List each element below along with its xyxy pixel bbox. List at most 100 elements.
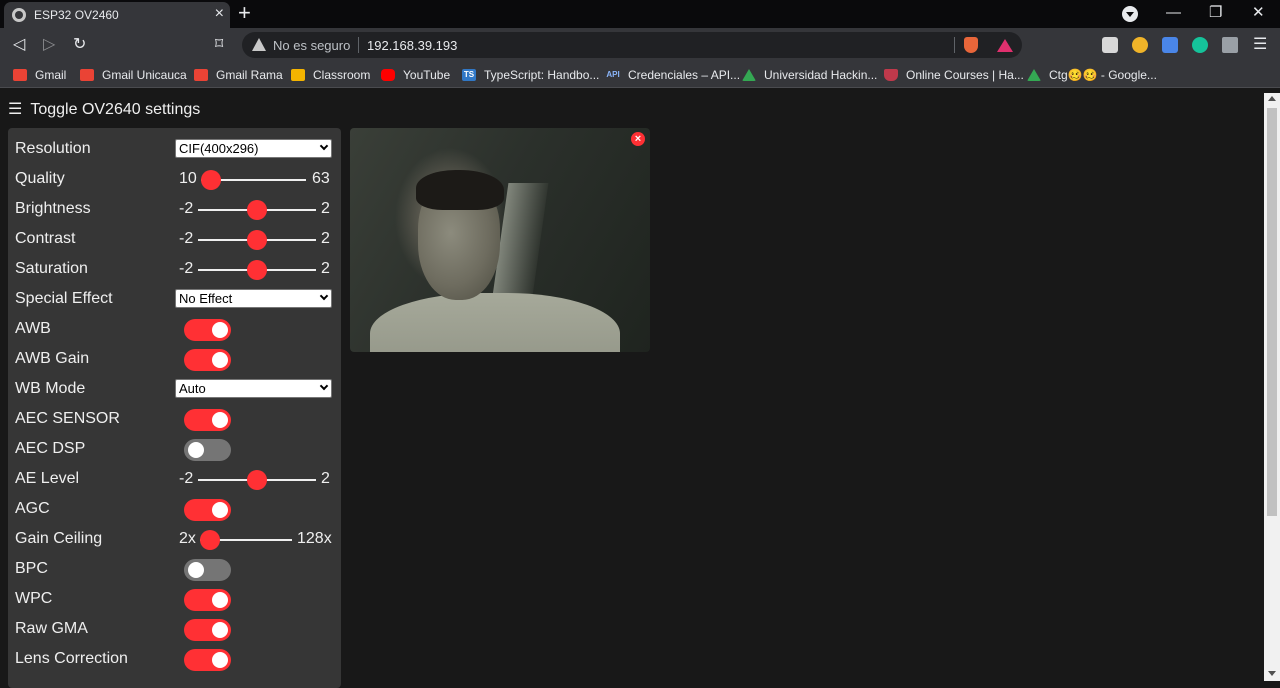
browser-tab[interactable]: ESP32 OV2460 ×	[4, 2, 230, 28]
awb-row: AWB	[15, 317, 335, 341]
resolution-label: Resolution	[15, 140, 91, 157]
bookmark-item[interactable]: Ctg🥴🥴 - Google...	[1027, 67, 1157, 83]
close-stream-icon[interactable]: ×	[631, 132, 645, 146]
quality-max: 63	[312, 170, 330, 187]
bookmark-item[interactable]: Classroom	[291, 67, 370, 83]
brightness-row: Brightness -2 2	[15, 197, 335, 221]
toggle-knob	[212, 322, 228, 338]
lens-correction-toggle[interactable]	[184, 649, 231, 671]
drive-icon	[1027, 69, 1041, 81]
wb-mode-select[interactable]: Auto	[175, 379, 332, 398]
scroll-up-icon[interactable]	[1268, 96, 1276, 101]
classroom-icon	[291, 69, 305, 81]
restore-button[interactable]: ❐	[1209, 3, 1222, 23]
minimize-button[interactable]: —	[1166, 3, 1181, 23]
chevron-down-icon	[319, 141, 329, 151]
ae-level-slider-thumb[interactable]	[247, 470, 267, 490]
page-scrollbar[interactable]	[1264, 93, 1280, 681]
gain-ceiling-slider-thumb[interactable]	[200, 530, 220, 550]
brightness-slider-thumb[interactable]	[247, 200, 267, 220]
contrast-min: -2	[179, 230, 194, 247]
special-effect-select[interactable]: No Effect	[175, 289, 332, 308]
bookmark-label: YouTube	[403, 68, 451, 82]
bpc-row: BPC	[15, 557, 335, 581]
agc-label: AGC	[15, 500, 50, 517]
address-bar[interactable]: No es seguro 192.168.39.193	[242, 32, 1022, 58]
saturation-min: -2	[179, 260, 194, 277]
bookmark-item[interactable]: Gmail Unicauca	[80, 67, 187, 83]
wpc-row: WPC	[15, 587, 335, 611]
warning-icon[interactable]	[252, 38, 266, 51]
wpc-toggle[interactable]	[184, 589, 231, 611]
security-status[interactable]: No es seguro	[273, 38, 350, 53]
bpc-toggle[interactable]	[184, 559, 231, 581]
bookmark-item[interactable]: Gmail Rama	[194, 67, 283, 83]
toggle-knob	[212, 622, 228, 638]
bookmark-label: Ctg🥴🥴 - Google...	[1049, 68, 1157, 82]
bookmark-item[interactable]: Online Courses | Ha...	[884, 67, 1024, 83]
aec-sensor-toggle[interactable]	[184, 409, 231, 431]
bookmark-item[interactable]: TS Credenciales – API... TypeScript: Han…	[462, 67, 599, 83]
close-window-button[interactable]: ✕	[1252, 3, 1265, 23]
saturation-slider-thumb[interactable]	[247, 260, 267, 280]
new-tab-button[interactable]: +	[238, 1, 251, 25]
stream-person-hair	[416, 170, 504, 210]
contrast-slider-thumb[interactable]	[247, 230, 267, 250]
page-content: ☰ Toggle OV2640 settings Resolution CIF(…	[0, 93, 1264, 688]
awb-gain-toggle[interactable]	[184, 349, 231, 371]
agc-row: AGC	[15, 497, 335, 521]
bookmark-label: Universidad Hackin...	[764, 68, 878, 82]
bookmark-label: Gmail Rama	[216, 68, 283, 82]
gain-ceiling-max: 128x	[297, 530, 332, 547]
bookmark-item[interactable]: YouTube	[381, 67, 450, 83]
special-effect-row: Special Effect No Effect	[15, 287, 335, 311]
toggle-settings-button[interactable]: ☰ Toggle OV2640 settings	[8, 101, 200, 119]
thumbs-up-icon[interactable]	[1132, 37, 1148, 53]
url-text[interactable]: 192.168.39.193	[367, 38, 457, 53]
tab-close-icon[interactable]: ×	[215, 5, 224, 23]
gmail-icon	[194, 69, 208, 81]
contrast-label: Contrast	[15, 230, 76, 247]
wb-mode-row: WB Mode Auto	[15, 377, 335, 401]
scroll-down-icon[interactable]	[1268, 671, 1276, 676]
tab-search-icon[interactable]	[1122, 6, 1138, 22]
agc-toggle[interactable]	[184, 499, 231, 521]
gain-ceiling-min: 2x	[179, 530, 196, 547]
extensions-icon[interactable]	[1222, 37, 1238, 53]
back-icon[interactable]: ◁	[13, 35, 25, 55]
toggle-knob	[212, 502, 228, 518]
bookmark-icon[interactable]: ⌑	[215, 35, 223, 55]
bookmarks-bar: Gmail Gmail Unicauca Gmail Rama Classroo…	[0, 62, 1280, 88]
bookmark-item[interactable]: API Credenciales – API...	[604, 67, 740, 83]
api-icon: API	[606, 70, 620, 79]
reload-icon[interactable]: ↻	[73, 35, 86, 55]
translate-icon[interactable]	[1162, 37, 1178, 53]
saturation-max: 2	[321, 260, 330, 277]
saturation-row: Saturation -2 2	[15, 257, 335, 281]
grammarly-icon[interactable]	[1192, 37, 1208, 53]
ae-level-label: AE Level	[15, 470, 80, 487]
bookmark-item[interactable]: Universidad Hackin...	[742, 67, 877, 83]
brightness-label: Brightness	[15, 200, 91, 217]
bookmark-item[interactable]: Gmail	[13, 67, 66, 83]
menu-icon[interactable]: ☰	[1253, 35, 1267, 55]
typescript-icon: TS	[462, 69, 476, 81]
forward-icon[interactable]: ▷	[43, 35, 55, 55]
awb-toggle[interactable]	[184, 319, 231, 341]
scrollbar-thumb[interactable]	[1267, 108, 1277, 516]
toggle-knob	[188, 442, 204, 458]
quality-slider-thumb[interactable]	[201, 170, 221, 190]
brightness-min: -2	[179, 200, 194, 217]
tab-title: ESP32 OV2460	[34, 8, 119, 22]
reader-icon[interactable]	[1102, 37, 1118, 53]
aec-dsp-row: AEC DSP	[15, 437, 335, 461]
resolution-select[interactable]: CIF(400x296)	[175, 139, 332, 158]
drive-icon	[742, 69, 756, 81]
brave-shield-icon[interactable]	[964, 37, 978, 53]
toggle-knob	[188, 562, 204, 578]
aec-dsp-toggle[interactable]	[184, 439, 231, 461]
awb-gain-row: AWB Gain	[15, 347, 335, 371]
rewards-icon[interactable]	[997, 39, 1013, 52]
raw-gma-toggle[interactable]	[184, 619, 231, 641]
globe-icon	[12, 8, 26, 22]
